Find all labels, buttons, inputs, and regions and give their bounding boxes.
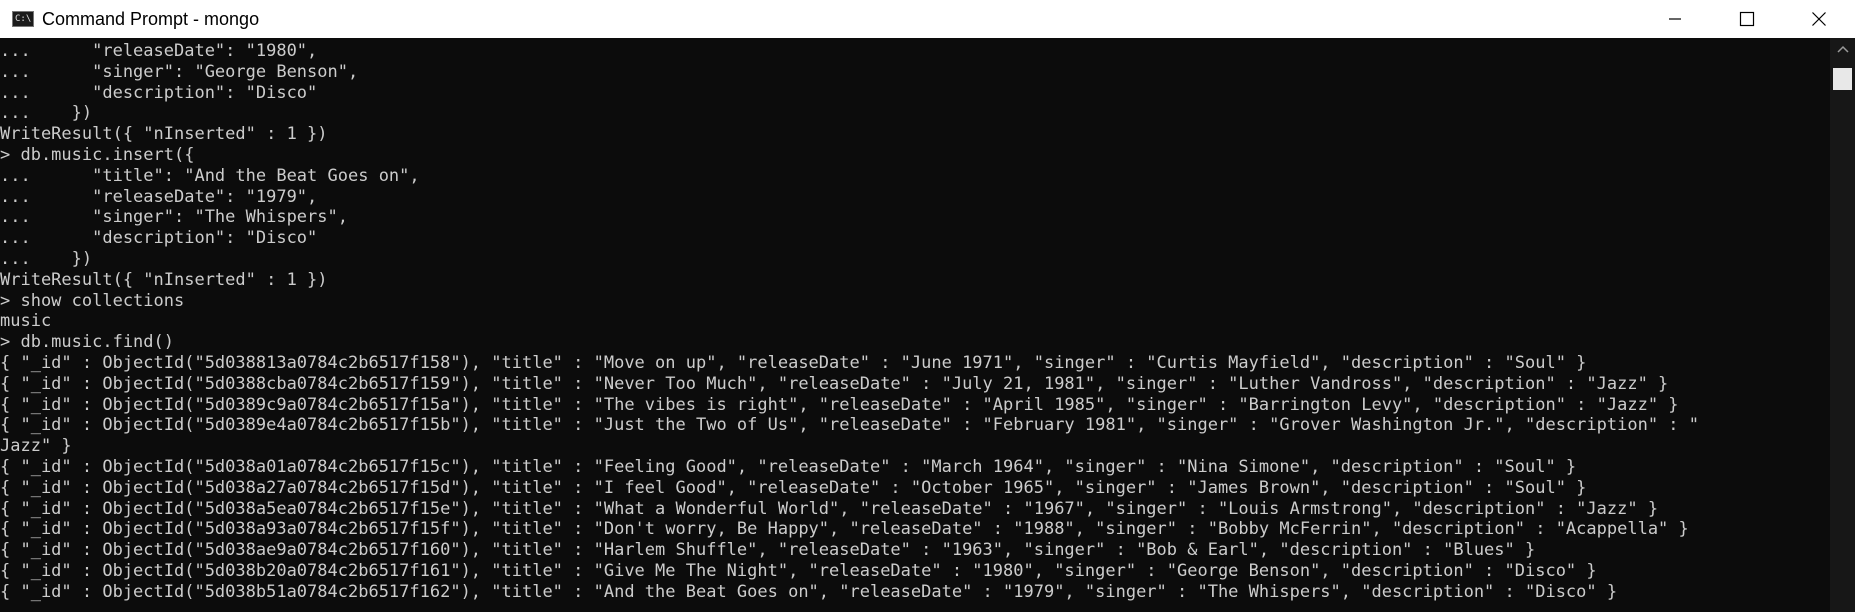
chevron-up-icon: [1836, 45, 1849, 53]
console-line: ... "releaseDate": "1980",: [0, 41, 318, 61]
console-line: { "_id" : ObjectId("5d038813a0784c2b6517…: [0, 352, 1587, 373]
console-line: WriteResult({ "nInserted" : 1 }): [0, 124, 328, 145]
console-line: music: [0, 311, 52, 332]
console-line: ... "description": "Disco": [0, 82, 318, 103]
console-line: { "_id" : ObjectId("5d0389e4a0784c2b6517…: [0, 415, 1699, 436]
console-line: { "_id" : ObjectId("5d038ae9a0784c2b6517…: [0, 540, 1536, 561]
maximize-icon: [1739, 11, 1755, 27]
console-text: ... "releaseDate": "1980",... "singer": …: [0, 38, 1830, 603]
console-output[interactable]: ... "releaseDate": "1980",... "singer": …: [0, 38, 1830, 612]
minimize-button[interactable]: [1639, 0, 1711, 38]
maximize-button[interactable]: [1711, 0, 1783, 38]
title-bar[interactable]: C:\ Command Prompt - mongo: [0, 0, 1855, 38]
console-line: { "_id" : ObjectId("5d038b20a0784c2b6517…: [0, 560, 1597, 581]
console-line: { "_id" : ObjectId("5d038a01a0784c2b6517…: [0, 456, 1577, 477]
console-line: ... }): [0, 103, 93, 124]
console-line: ... "description": "Disco": [0, 228, 318, 249]
scrollbar-thumb[interactable]: [1833, 68, 1852, 90]
scroll-up-button[interactable]: [1830, 38, 1855, 60]
console-line: Jazz" }: [0, 436, 72, 457]
console-line: ... "releaseDate": "1979",: [0, 186, 318, 207]
console-line: WriteResult({ "nInserted" : 1 }): [0, 269, 328, 290]
console-line: { "_id" : ObjectId("5d038a5ea0784c2b6517…: [0, 498, 1659, 519]
close-button[interactable]: [1783, 0, 1855, 38]
console-line: ... "singer": "The Whispers",: [0, 207, 348, 228]
close-icon: [1812, 12, 1826, 26]
console-line: ... "title": "And the Beat Goes on",: [0, 165, 420, 186]
command-prompt-icon[interactable]: C:\: [12, 11, 34, 27]
console-line: ... "singer": "George Benson",: [0, 61, 359, 82]
console-line: > db.music.insert({: [0, 144, 195, 165]
console-line: { "_id" : ObjectId("5d0388cba0784c2b6517…: [0, 373, 1669, 394]
console-line: { "_id" : ObjectId("5d0389c9a0784c2b6517…: [0, 394, 1679, 415]
window-title: Command Prompt - mongo: [42, 8, 260, 29]
command-prompt-window: C:\ Command Prompt - mongo ... "releaseD…: [0, 0, 1855, 612]
console-line: { "_id" : ObjectId("5d038a93a0784c2b6517…: [0, 519, 1689, 540]
console-line: { "_id" : ObjectId("5d038a27a0784c2b6517…: [0, 477, 1587, 498]
console-line: > show collections: [0, 290, 185, 311]
console-line: > db.music.find(): [0, 332, 174, 353]
console-line: ... }): [0, 248, 93, 269]
minimize-icon: [1669, 18, 1681, 20]
vertical-scrollbar[interactable]: [1830, 38, 1855, 612]
console-line: { "_id" : ObjectId("5d038b51a0784c2b6517…: [0, 581, 1618, 602]
window-controls: [1639, 0, 1855, 38]
